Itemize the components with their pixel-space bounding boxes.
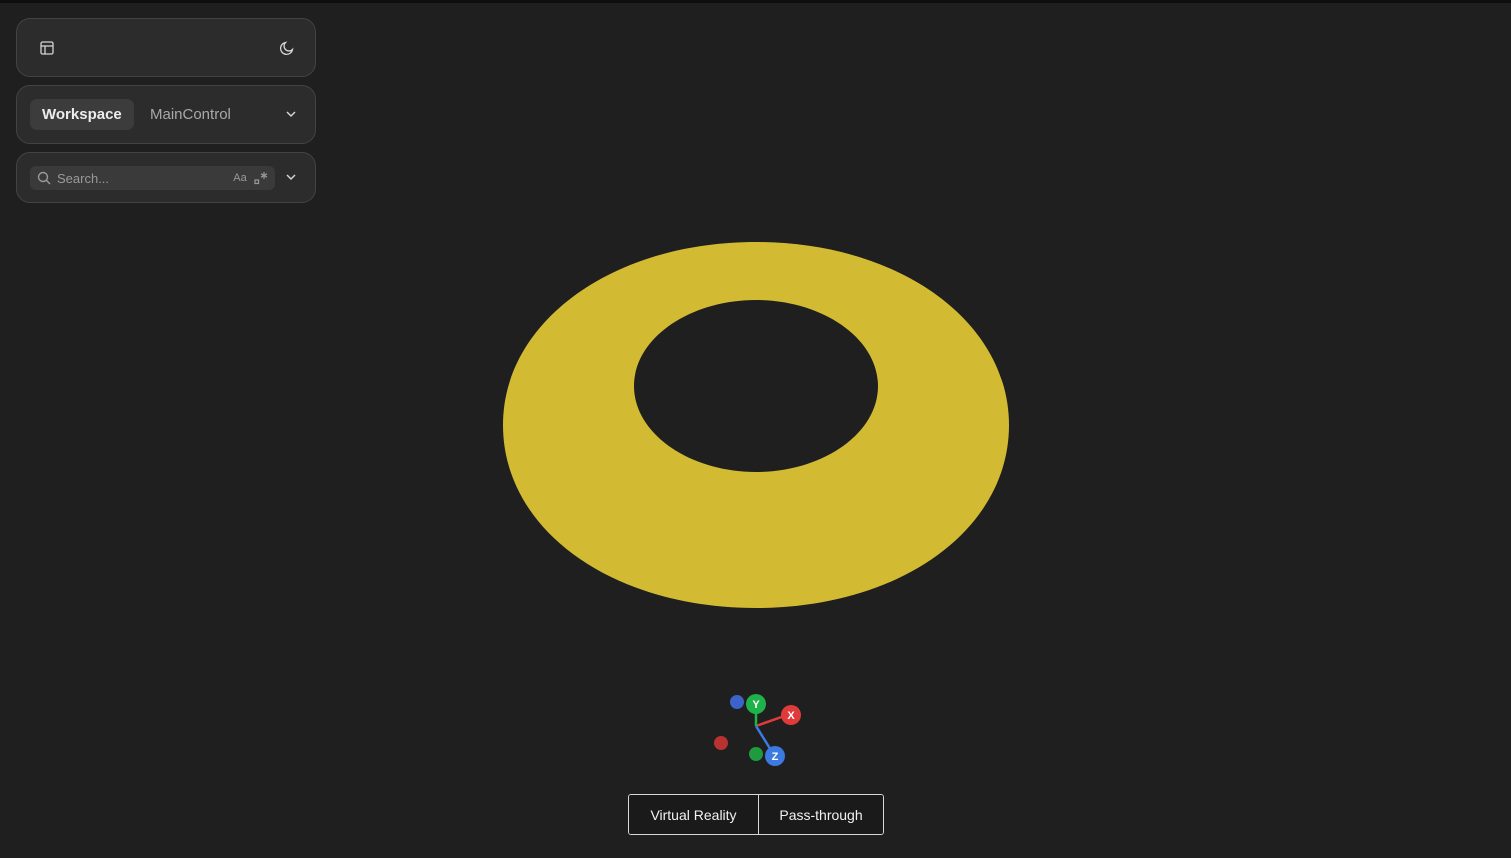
pass-through-button[interactable]: Pass-through <box>758 795 883 834</box>
axis-neg-z-handle[interactable] <box>730 695 744 709</box>
axis-neg-x-handle[interactable] <box>714 736 728 750</box>
layout-toggle-button[interactable] <box>33 34 61 62</box>
torus-mesh[interactable] <box>503 242 1009 608</box>
moon-icon <box>279 41 294 56</box>
toolbar-panel <box>16 18 316 77</box>
svg-text:Z: Z <box>772 751 779 763</box>
search-icon <box>37 170 51 186</box>
virtual-reality-button[interactable]: Virtual Reality <box>629 795 758 834</box>
chevron-down-icon <box>286 111 296 118</box>
search-expand-button[interactable] <box>277 163 305 191</box>
svg-text:X: X <box>787 710 795 722</box>
axis-x-handle[interactable]: X <box>781 705 801 725</box>
theme-toggle-button[interactable] <box>273 34 301 62</box>
axis-neg-y-handle[interactable] <box>749 747 763 761</box>
axis-y-handle[interactable]: Y <box>746 694 766 714</box>
axis-z-handle[interactable]: Z <box>765 746 785 766</box>
axes-gizmo[interactable]: Y X Z <box>700 680 820 780</box>
tab-maincontrol[interactable]: MainControl <box>138 99 243 130</box>
xr-mode-switch: Virtual Reality Pass-through <box>628 794 884 835</box>
layout-panel-icon <box>40 41 54 55</box>
tab-workspace[interactable]: Workspace <box>30 99 134 130</box>
chevron-down-icon <box>286 174 296 181</box>
search-input[interactable] <box>57 167 233 189</box>
tabs-expand-button[interactable] <box>277 100 305 128</box>
match-case-toggle[interactable]: Aa <box>233 168 247 188</box>
svg-text:Y: Y <box>752 699 760 711</box>
tabs-panel: Workspace MainControl <box>16 85 316 144</box>
search-panel: Aa <box>16 152 316 203</box>
search-box: Aa <box>30 166 275 190</box>
regex-toggle[interactable] <box>253 168 269 188</box>
regex-icon <box>254 172 268 185</box>
